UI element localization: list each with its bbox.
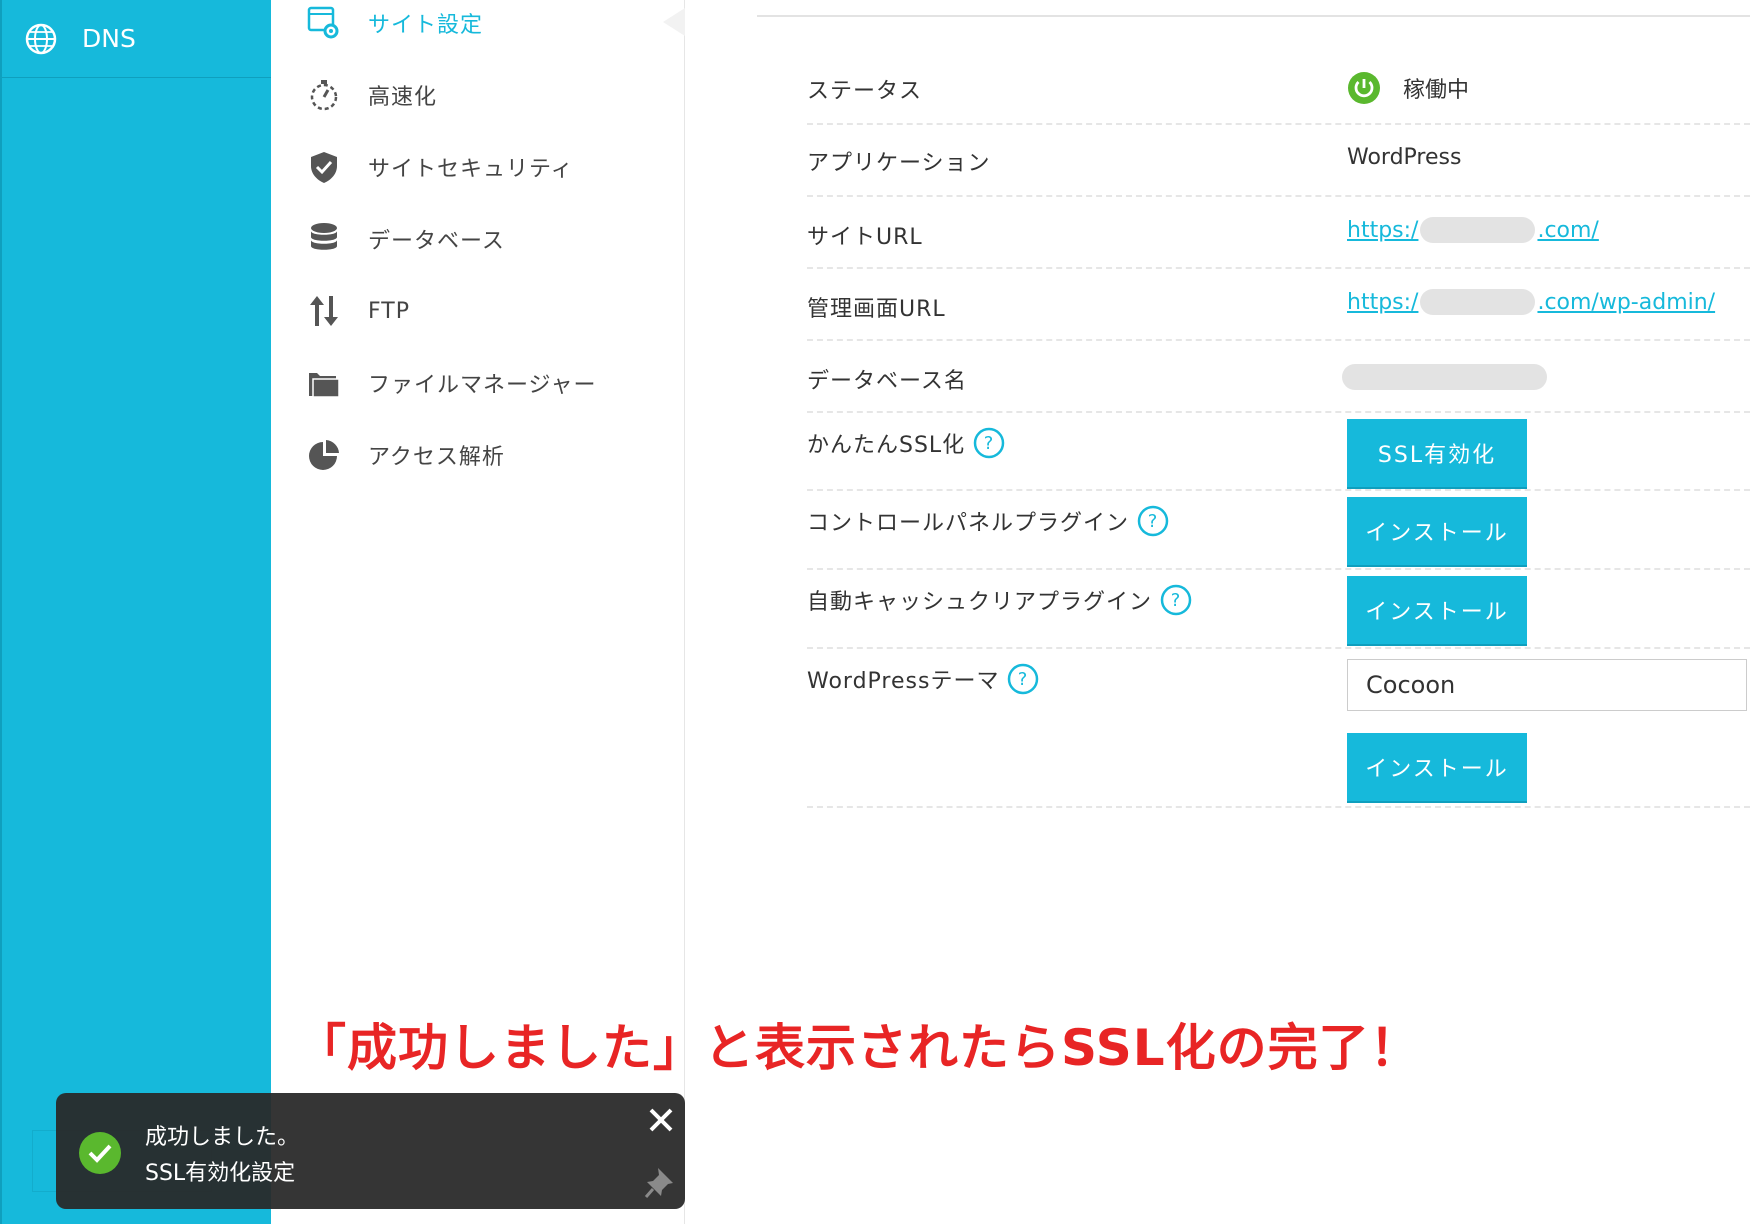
globe-icon — [25, 23, 57, 55]
site-url-link[interactable]: https:/ .com/ — [1347, 217, 1599, 243]
svg-text:?: ? — [1148, 511, 1159, 532]
submenu-item-ftp[interactable]: FTP — [306, 286, 666, 336]
check-circle-icon — [79, 1132, 121, 1174]
help-icon[interactable]: ? — [1007, 663, 1039, 695]
submenu-item-speed[interactable]: 高速化 — [306, 70, 666, 120]
submenu-item-label: FTP — [368, 298, 410, 324]
wordpress-theme-select[interactable]: Cocoon — [1347, 659, 1747, 711]
easy-ssl-label: かんたんSSL化 ? — [807, 427, 1005, 459]
cache-plugin-label-text: 自動キャッシュクリアプラグイン — [807, 590, 1153, 615]
submenu-item-file-manager[interactable]: ファイルマネージャー — [306, 358, 666, 408]
close-icon[interactable] — [646, 1105, 676, 1135]
wordpress-theme-selected: Cocoon — [1366, 671, 1456, 699]
help-icon[interactable]: ? — [1160, 584, 1192, 616]
active-indicator-notch — [663, 8, 685, 36]
toast-message: SSL有効化設定 — [145, 1161, 296, 1186]
submenu-item-label: データベース — [368, 229, 505, 254]
toast-title: 成功しました。 — [145, 1125, 300, 1150]
row-application: アプリケーション WordPress — [807, 125, 1750, 197]
cache-plugin-label: 自動キャッシュクリアプラグイン ? — [807, 584, 1192, 616]
power-icon — [1348, 72, 1380, 104]
admin-url-label: 管理画面URL — [807, 297, 946, 322]
application-value: WordPress — [1347, 145, 1462, 170]
easy-ssl-label-text: かんたんSSL化 — [807, 433, 966, 458]
row-wordpress-theme: WordPressテーマ ? Cocoon インストール — [807, 649, 1750, 808]
help-icon[interactable]: ? — [973, 427, 1005, 459]
status-value: 稼働中 — [1347, 71, 1469, 105]
status-label: ステータス — [807, 79, 923, 104]
status-text: 稼働中 — [1403, 78, 1470, 103]
row-database-name: データベース名 — [807, 341, 1750, 413]
row-control-panel-plugin: コントロールパネルプラグイン ? インストール — [807, 491, 1750, 570]
success-toast: 成功しました。 SSL有効化設定 — [56, 1093, 685, 1209]
main-sidebar: DNS — [0, 0, 273, 1224]
admin-url-suffix: .com/wp-admin/ — [1537, 289, 1716, 315]
install-cache-plugin-button[interactable]: インストール — [1347, 576, 1527, 644]
row-admin-url: 管理画面URL https:/ .com/wp-admin/ — [807, 269, 1750, 341]
submenu-item-site-settings[interactable]: サイト設定 — [306, 0, 666, 48]
submenu-item-label: ファイルマネージャー — [368, 373, 597, 398]
enable-ssl-button[interactable]: SSL有効化 — [1347, 419, 1527, 487]
database-name-label: データベース名 — [807, 369, 967, 394]
site-settings-gear-icon — [307, 6, 339, 39]
admin-url-link[interactable]: https:/ .com/wp-admin/ — [1347, 289, 1715, 315]
shield-check-icon — [311, 152, 337, 183]
sidebar-item-dns-label: DNS — [82, 24, 136, 53]
submenu-item-database[interactable]: データベース — [306, 214, 666, 264]
control-panel-plugin-label: コントロールパネルプラグイン ? — [807, 505, 1169, 537]
site-url-prefix: https:/ — [1347, 217, 1419, 243]
admin-url-prefix: https:/ — [1347, 289, 1419, 315]
folder-icon — [309, 373, 340, 398]
wordpress-theme-label: WordPressテーマ ? — [807, 663, 1039, 695]
database-name-value — [1342, 364, 1547, 390]
up-down-arrows-icon — [310, 296, 338, 326]
admin-url-value: https:/ .com/wp-admin/ — [1347, 289, 1715, 315]
row-easy-ssl: かんたんSSL化 ? SSL有効化 — [807, 413, 1750, 491]
control-panel-plugin-label-text: コントロールパネルプラグイン — [807, 511, 1130, 536]
wordpress-theme-label-text: WordPressテーマ — [807, 669, 1000, 694]
svg-text:?: ? — [1171, 590, 1182, 611]
redacted-database-name — [1342, 364, 1547, 390]
install-control-panel-plugin-button[interactable]: インストール — [1347, 497, 1527, 565]
site-url-label: サイトURL — [807, 225, 923, 250]
stopwatch-icon — [310, 80, 338, 111]
submenu-item-label: サイト設定 — [368, 13, 484, 38]
redacted-domain — [1420, 217, 1536, 243]
submenu-item-label: 高速化 — [368, 85, 438, 110]
submenu-item-label: アクセス解析 — [368, 445, 505, 470]
row-site-url: サイトURL https:/ .com/ — [807, 197, 1750, 269]
row-cache-plugin: 自動キャッシュクリアプラグイン ? インストール — [807, 570, 1750, 649]
pie-chart-icon — [309, 440, 339, 470]
submenu-item-site-security[interactable]: サイトセキュリティ — [306, 142, 666, 192]
row-status: ステータス 稼働中 — [807, 55, 1750, 125]
application-label: アプリケーション — [807, 151, 991, 176]
redacted-domain — [1420, 289, 1536, 315]
site-url-suffix: .com/ — [1537, 217, 1599, 243]
help-icon[interactable]: ? — [1137, 505, 1169, 537]
database-icon — [311, 223, 337, 250]
divider — [757, 15, 1750, 17]
sidebar-item-dns[interactable]: DNS — [2, 0, 273, 78]
submenu-item-access-analytics[interactable]: アクセス解析 — [306, 430, 666, 480]
site-url-value: https:/ .com/ — [1347, 217, 1599, 243]
pin-icon[interactable] — [644, 1165, 676, 1199]
submenu-item-label: サイトセキュリティ — [368, 157, 574, 182]
svg-text:?: ? — [1018, 669, 1029, 690]
svg-text:?: ? — [984, 433, 995, 454]
install-theme-button[interactable]: インストール — [1347, 733, 1527, 801]
annotation-text: 「成功しました」と表示されたらSSL化の完了！ — [296, 1019, 1421, 1077]
